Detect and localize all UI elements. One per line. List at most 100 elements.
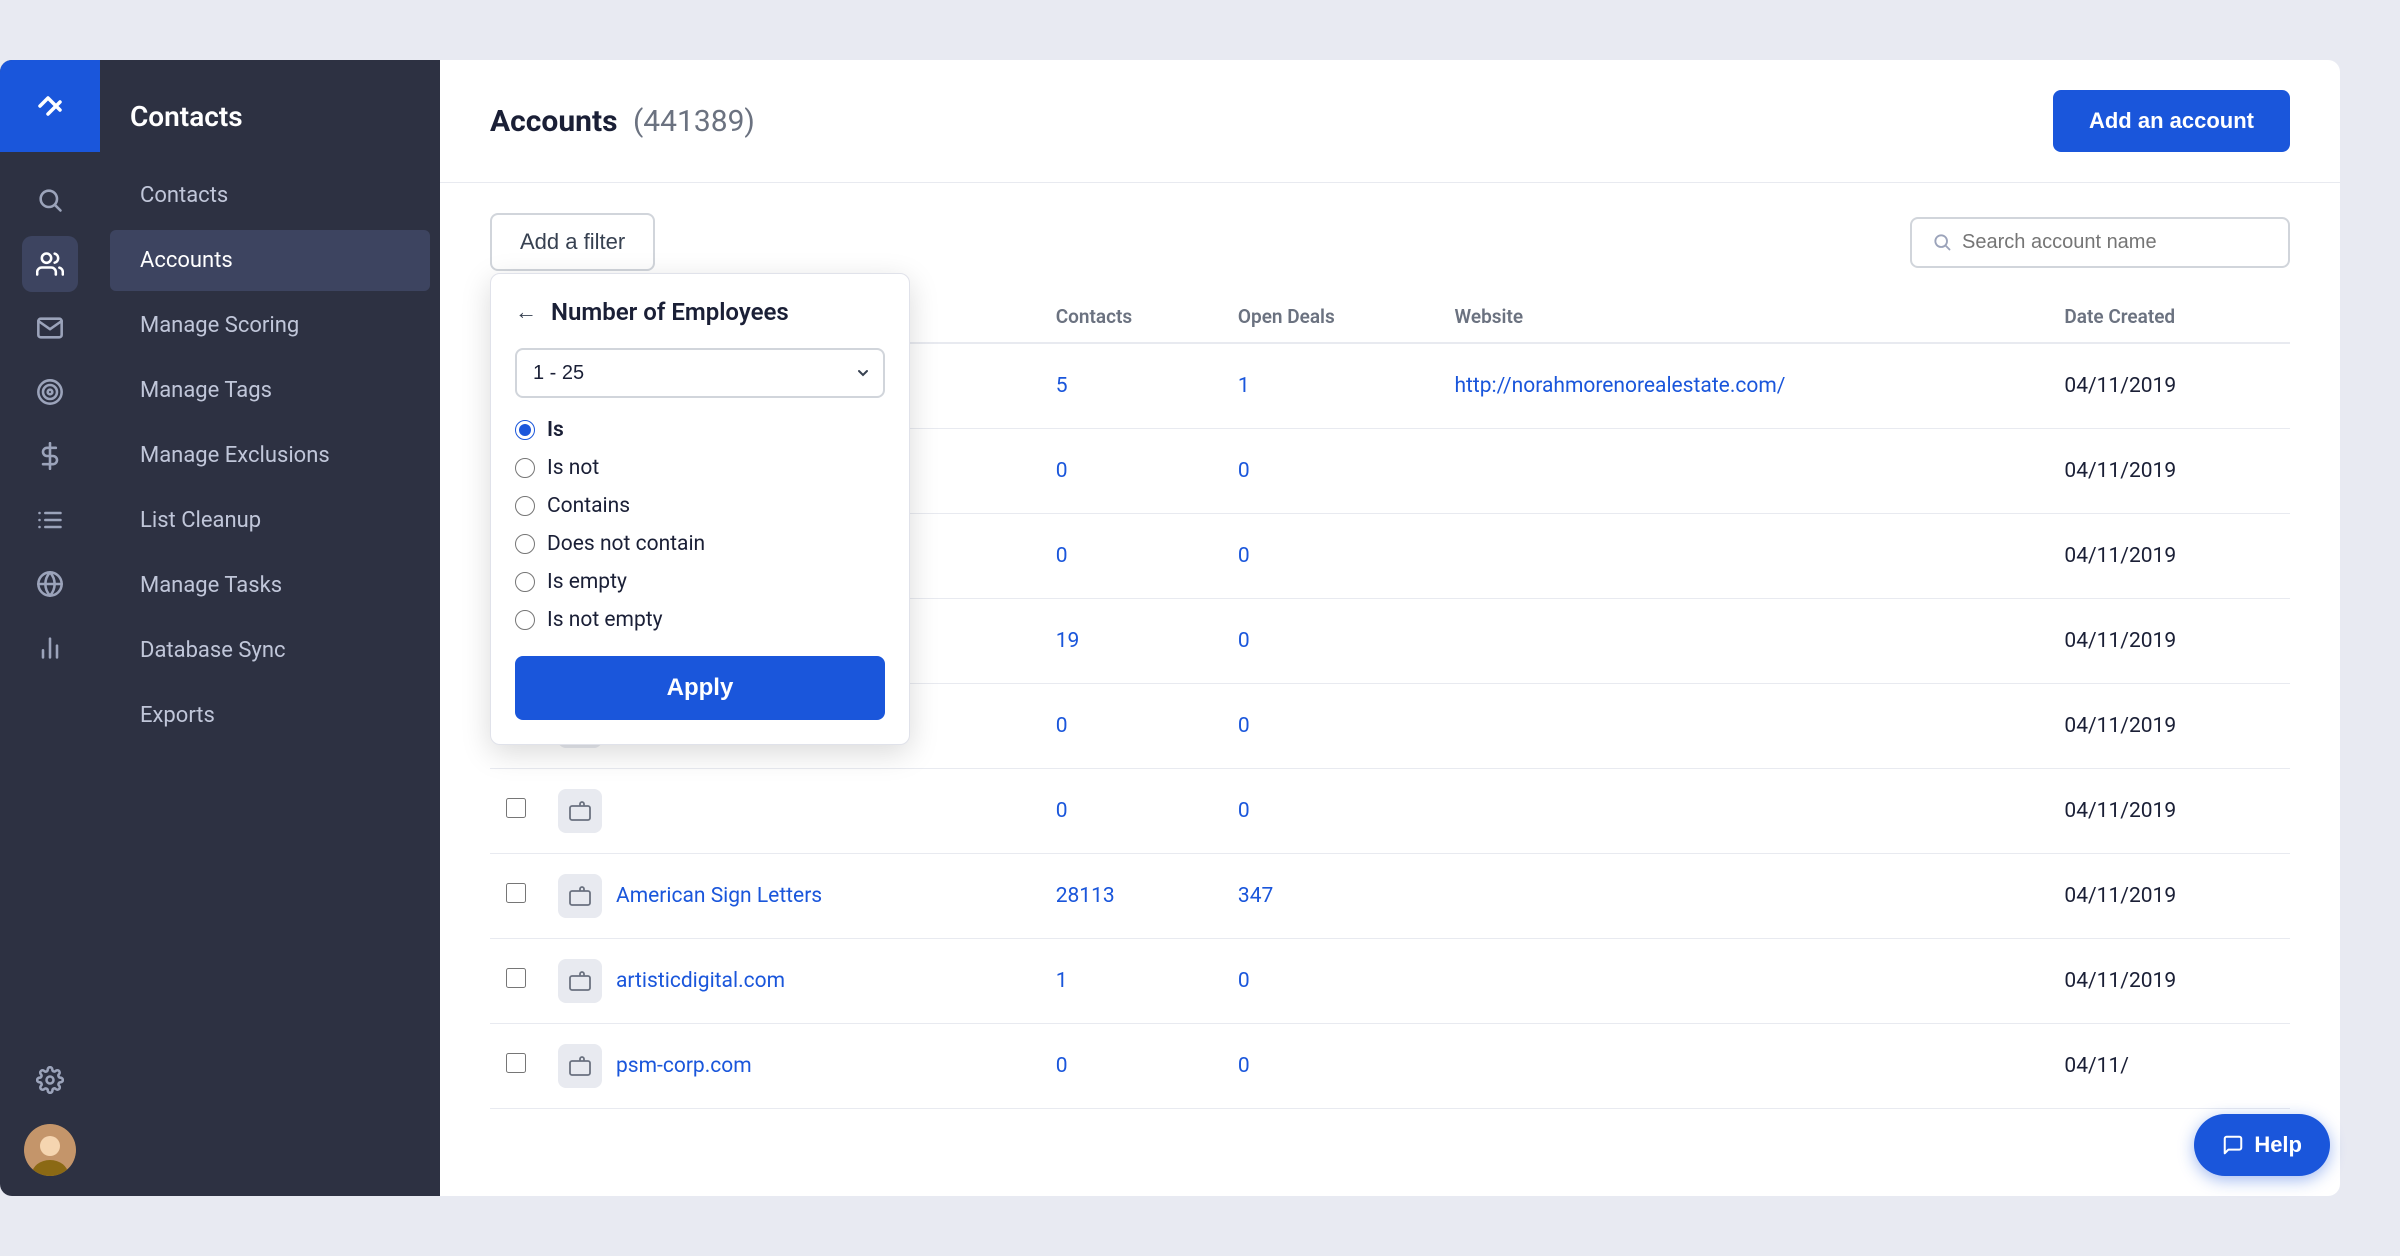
radio-is-label: Is — [547, 418, 564, 442]
sidebar-icon-globe[interactable] — [22, 556, 78, 612]
filter-value-select[interactable]: 1 - 25 26 - 50 51 - 100 101 - 250 251 - … — [515, 348, 885, 398]
text-sidebar: Contacts Contacts Accounts Manage Scorin… — [100, 60, 440, 1196]
contacts-count[interactable]: 1 — [1040, 939, 1222, 1024]
sidebar-item-manage-tags[interactable]: Manage Tags — [110, 360, 430, 421]
sidebar-item-database-sync[interactable]: Database Sync — [110, 620, 430, 681]
toolbar: Add a filter ← Number of Employees 1 - 2… — [440, 183, 2340, 291]
contacts-count[interactable]: 19 — [1040, 599, 1222, 684]
open-deals-count[interactable]: 0 — [1222, 429, 1439, 514]
sidebar-icon-settings[interactable] — [22, 1052, 78, 1108]
radio-is-input[interactable] — [515, 420, 535, 440]
contacts-count[interactable]: 28113 — [1040, 854, 1222, 939]
date-created: 04/11/2019 — [2048, 854, 2290, 939]
contacts-count[interactable]: 5 — [1040, 343, 1222, 429]
date-created: 04/11/2019 — [2048, 599, 2290, 684]
contacts-count[interactable]: 0 — [1040, 1024, 1222, 1109]
contacts-count[interactable]: 0 — [1040, 429, 1222, 514]
sidebar-icon-target[interactable] — [22, 364, 78, 420]
company-icon — [558, 1044, 602, 1088]
sidebar-item-accounts[interactable]: Accounts — [110, 230, 430, 291]
website-link — [1438, 854, 2048, 939]
radio-is-empty-input[interactable] — [515, 572, 535, 592]
radio-contains-input[interactable] — [515, 496, 535, 516]
row-checkbox[interactable] — [506, 883, 526, 903]
sidebar-title: Contacts — [100, 80, 440, 163]
open-deals-count[interactable]: 0 — [1222, 514, 1439, 599]
page-count: (441389) — [633, 104, 755, 139]
add-account-button[interactable]: Add an account — [2053, 90, 2290, 152]
sidebar-item-contacts[interactable]: Contacts — [110, 165, 430, 226]
open-deals-count[interactable]: 0 — [1222, 599, 1439, 684]
table-row: psm-corp.com 0 0 04/11/ — [490, 1024, 2290, 1109]
open-deals-count[interactable]: 0 — [1222, 769, 1439, 854]
date-created: 04/11/2019 — [2048, 429, 2290, 514]
radio-is-not-empty[interactable]: Is not empty — [515, 608, 885, 632]
table-row: American Sign Letters 28113 347 04/11/20… — [490, 854, 2290, 939]
date-created: 04/11/ — [2048, 1024, 2290, 1109]
radio-is-not[interactable]: Is not — [515, 456, 885, 480]
website-link — [1438, 514, 2048, 599]
sidebar-icon-dollar[interactable] — [22, 428, 78, 484]
date-created: 04/11/2019 — [2048, 684, 2290, 769]
search-input[interactable] — [1962, 231, 2268, 254]
date-created: 04/11/2019 — [2048, 769, 2290, 854]
row-checkbox[interactable] — [506, 798, 526, 818]
company-name-cell: American Sign Letters — [542, 854, 1040, 939]
sidebar-icon-contacts[interactable] — [22, 236, 78, 292]
open-deals-count[interactable]: 0 — [1222, 939, 1439, 1024]
filter-title: Number of Employees — [551, 298, 789, 326]
open-deals-count[interactable]: 0 — [1222, 1024, 1439, 1109]
contacts-count[interactable]: 0 — [1040, 769, 1222, 854]
sidebar-item-list-cleanup[interactable]: List Cleanup — [110, 490, 430, 551]
help-button[interactable]: Help — [2194, 1114, 2330, 1176]
radio-is-not-empty-label: Is not empty — [547, 608, 663, 632]
open-deals-count[interactable]: 347 — [1222, 854, 1439, 939]
sidebar-item-manage-tasks[interactable]: Manage Tasks — [110, 555, 430, 616]
radio-does-not-contain[interactable]: Does not contain — [515, 532, 885, 556]
date-created: 04/11/2019 — [2048, 939, 2290, 1024]
user-avatar[interactable] — [24, 1124, 76, 1176]
help-icon — [2222, 1134, 2244, 1156]
sidebar-item-exports[interactable]: Exports — [110, 685, 430, 746]
website-link[interactable]: http://norahmorenorealestate.com/ — [1438, 343, 2048, 429]
open-deals-count[interactable]: 0 — [1222, 684, 1439, 769]
sidebar-item-manage-exclusions[interactable]: Manage Exclusions — [110, 425, 430, 486]
apply-button[interactable]: Apply — [515, 656, 885, 720]
row-checkbox[interactable] — [506, 968, 526, 988]
filter-radio-group: Is Is not Contains Does not contain — [515, 418, 885, 632]
filter-dropdown-header: ← Number of Employees — [515, 298, 885, 326]
radio-is-not-input[interactable] — [515, 458, 535, 478]
sidebar-item-manage-scoring[interactable]: Manage Scoring — [110, 295, 430, 356]
page-title-text: Accounts — [490, 104, 618, 139]
website-link — [1438, 939, 2048, 1024]
company-name-link[interactable]: artisticdigital.com — [616, 969, 785, 993]
company-icon — [558, 789, 602, 833]
sidebar-icon-search[interactable] — [22, 172, 78, 228]
sidebar-icon-mail[interactable] — [22, 300, 78, 356]
contacts-count[interactable]: 0 — [1040, 514, 1222, 599]
col-date-created-header: Date Created — [2048, 291, 2290, 343]
company-icon — [558, 874, 602, 918]
contacts-count[interactable]: 0 — [1040, 684, 1222, 769]
company-name-cell — [542, 769, 1040, 854]
filter-back-arrow[interactable]: ← — [515, 299, 537, 325]
sidebar-icon-list[interactable] — [22, 492, 78, 548]
row-checkbox[interactable] — [506, 1053, 526, 1073]
radio-does-not-contain-input[interactable] — [515, 534, 535, 554]
sidebar-logo[interactable] — [0, 60, 100, 152]
page-header: Accounts (441389) Add an account — [440, 60, 2340, 183]
col-contacts-header: Contacts — [1040, 291, 1222, 343]
company-name-link[interactable]: American Sign Letters — [616, 884, 822, 908]
company-name-link[interactable]: psm-corp.com — [616, 1054, 752, 1078]
radio-is[interactable]: Is — [515, 418, 885, 442]
radio-is-empty-label: Is empty — [547, 570, 627, 594]
radio-is-not-empty-input[interactable] — [515, 610, 535, 630]
filter-dropdown: ← Number of Employees 1 - 25 26 - 50 51 … — [490, 273, 910, 745]
date-created: 04/11/2019 — [2048, 514, 2290, 599]
add-filter-button[interactable]: Add a filter — [490, 213, 655, 271]
open-deals-count[interactable]: 1 — [1222, 343, 1439, 429]
radio-is-empty[interactable]: Is empty — [515, 570, 885, 594]
radio-contains[interactable]: Contains — [515, 494, 885, 518]
sidebar-icon-chart[interactable] — [22, 620, 78, 676]
help-label: Help — [2254, 1132, 2302, 1158]
